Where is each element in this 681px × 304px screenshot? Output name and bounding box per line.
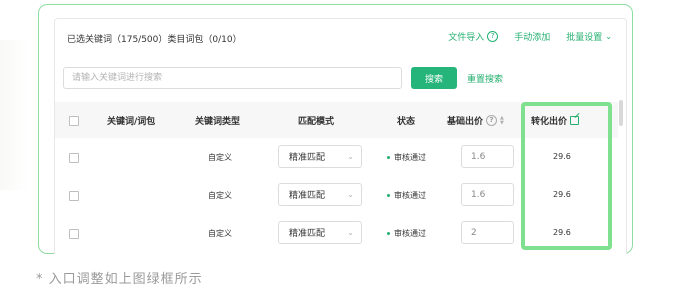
manual-add-link[interactable]: 手动添加 xyxy=(514,30,550,43)
background-fade xyxy=(0,40,30,190)
match-mode-select[interactable]: 精准匹配 ⌄ xyxy=(278,145,362,168)
match-mode-select[interactable]: 精准匹配 ⌄ xyxy=(278,183,362,206)
keyword-table: 关键词/词包 关键词类型 匹配模式 状态 基础出价 ? ▲ ▼ 转化出价 自定义 … xyxy=(55,102,618,252)
table-header: 关键词/词包 关键词类型 匹配模式 状态 基础出价 ? ▲ ▼ 转化出价 xyxy=(55,102,618,138)
col-base-bid-label: 基础出价 xyxy=(447,117,484,127)
status-dot xyxy=(387,194,390,197)
table-row: 自定义 精准匹配 ⌄ 审核通过 1.6 29.6 xyxy=(55,138,618,176)
row-checkbox[interactable] xyxy=(69,229,79,239)
status-badge: 审核通过 xyxy=(387,190,426,201)
col-conversion-bid-label: 转化出价 xyxy=(531,117,568,127)
footnote: * 入口调整如上图绿框所示 xyxy=(36,272,203,287)
chevron-down-icon: ⌄ xyxy=(347,190,354,199)
table-row: 自定义 精准匹配 ⌄ 审核通过 2 29.6 xyxy=(55,214,618,252)
chevron-down-icon: ⌄ xyxy=(347,152,354,161)
match-mode-select[interactable]: 精准匹配 ⌄ xyxy=(278,221,362,244)
row-checkbox[interactable] xyxy=(69,191,79,201)
status-text: 审核通过 xyxy=(394,229,426,238)
row-checkbox[interactable] xyxy=(69,153,79,163)
select-all-checkbox[interactable] xyxy=(69,116,79,126)
select-all-cell xyxy=(69,116,79,126)
base-bid-input[interactable]: 1.6 xyxy=(461,145,514,168)
keyword-panel: 已选关键词（175/500）类目词包（0/10） 文件导入 ? 手动添加 批量设… xyxy=(54,18,627,254)
col-conversion-bid[interactable]: 转化出价 xyxy=(531,114,580,127)
base-bid-input[interactable]: 2 xyxy=(461,221,514,244)
col-match-mode: 匹配模式 xyxy=(298,117,335,127)
col-keyword: 关键词/词包 xyxy=(107,117,156,127)
status-dot xyxy=(387,156,390,159)
batch-settings-label: 批量设置 xyxy=(566,33,603,43)
table-scrollbar[interactable] xyxy=(619,100,623,126)
status-text: 审核通过 xyxy=(394,191,426,200)
keyword-type: 自定义 xyxy=(208,229,232,238)
col-status: 状态 xyxy=(397,117,416,127)
help-icon[interactable]: ? xyxy=(486,115,498,126)
conversion-bid-value: 29.6 xyxy=(553,228,571,237)
keyword-type: 自定义 xyxy=(208,153,232,162)
edit-icon[interactable] xyxy=(570,116,580,125)
panel-header: 已选关键词（175/500）类目词包（0/10） 文件导入 ? 手动添加 批量设… xyxy=(55,19,626,55)
base-bid-input[interactable]: 1.6 xyxy=(461,183,514,206)
reset-search-link[interactable]: 重置搜索 xyxy=(467,72,503,85)
status-badge: 审核通过 xyxy=(387,152,426,163)
search-button[interactable]: 搜索 xyxy=(411,67,457,89)
match-mode-value: 精准匹配 xyxy=(289,153,326,163)
match-mode-value: 精准匹配 xyxy=(289,229,326,239)
batch-settings-dropdown[interactable]: 批量设置 ⌄ xyxy=(566,30,612,43)
conversion-bid-value: 29.6 xyxy=(553,190,571,199)
selected-keywords-title: 已选关键词（175/500）类目词包（0/10） xyxy=(67,35,242,45)
match-mode-value: 精准匹配 xyxy=(289,191,326,201)
status-badge: 审核通过 xyxy=(387,228,426,239)
file-import-link[interactable]: 文件导入 ? xyxy=(448,30,499,43)
conversion-bid-value: 29.6 xyxy=(553,152,571,161)
chevron-down-icon: ⌄ xyxy=(605,32,612,41)
keyword-type: 自定义 xyxy=(208,191,232,200)
col-base-bid[interactable]: 基础出价 ? ▲ ▼ xyxy=(447,114,504,127)
table-row: 自定义 精准匹配 ⌄ 审核通过 1.6 29.6 xyxy=(55,176,618,214)
help-icon[interactable]: ? xyxy=(487,31,499,42)
chevron-down-icon: ⌄ xyxy=(347,228,354,237)
sort-icon[interactable]: ▲ ▼ xyxy=(500,115,504,126)
status-text: 审核通过 xyxy=(394,153,426,162)
search-input[interactable] xyxy=(63,67,402,89)
header-actions: 文件导入 ? 手动添加 批量设置 ⌄ xyxy=(448,30,612,43)
status-dot xyxy=(387,232,390,235)
file-import-label: 文件导入 xyxy=(448,33,485,43)
col-keyword-type: 关键词类型 xyxy=(195,117,241,127)
